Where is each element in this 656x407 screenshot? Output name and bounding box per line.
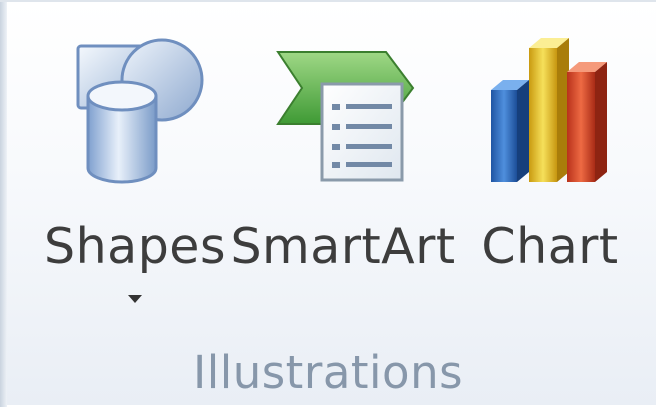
shapes-label: Shapes [44,218,226,275]
chart-button[interactable]: Chart [470,32,630,332]
bar-chart-icon [491,38,607,182]
shapes-button[interactable]: Shapes [40,32,230,332]
shapes-icon [76,38,204,184]
group-label-illustrations: Illustrations [192,346,464,399]
group-left-border [0,2,7,407]
chart-label: Chart [481,218,619,275]
smartart-label: SmartArt [230,218,456,275]
smartart-icon [276,51,415,182]
smartart-button[interactable]: SmartArt [230,32,455,332]
chevron-down-icon[interactable] [126,293,144,305]
illustrations-ribbon-group: Shapes SmartArt Chart Illustrations [0,0,656,407]
